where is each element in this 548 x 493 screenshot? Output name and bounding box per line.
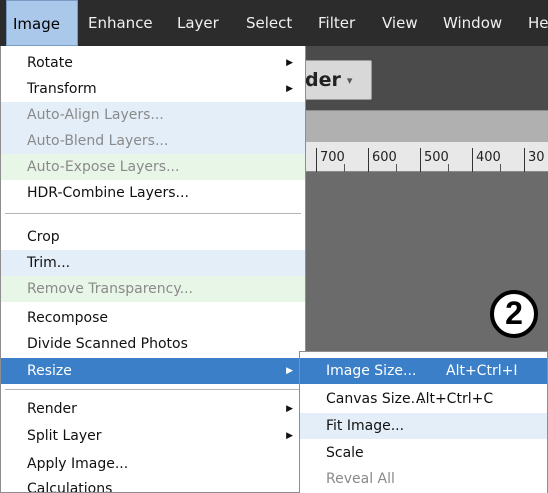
- menu-item-calculations[interactable]: Calculations: [1, 476, 305, 493]
- menu-item-label: Recompose: [27, 310, 108, 326]
- horizontal-ruler: 700 600 500 400 30: [296, 142, 548, 172]
- ruler-label: 500: [424, 150, 449, 165]
- ruler-tick: [316, 148, 317, 172]
- menu-item-remove-transparency: Remove Transparency...: [1, 276, 305, 302]
- right-triangle-icon: ▶: [286, 84, 293, 94]
- right-triangle-icon: ▶: [286, 431, 293, 441]
- menu-item-label: HDR-Combine Layers...: [27, 185, 189, 201]
- menu-item-label: Auto-Align Layers...: [27, 107, 164, 123]
- ruler-minor-tick: [448, 164, 449, 172]
- ruler-tick: [524, 148, 525, 172]
- menu-item-render[interactable]: Render ▶: [1, 396, 305, 422]
- menu-window[interactable]: Window: [437, 0, 508, 46]
- ruler-minor-tick: [500, 164, 501, 172]
- menu-item-recompose[interactable]: Recompose: [1, 305, 305, 331]
- submenu-item-canvas-size[interactable]: Canvas Size... Alt+Ctrl+C: [300, 386, 547, 412]
- menu-item-label: Remove Transparency...: [27, 281, 193, 297]
- submenu-item-label: Canvas Size...: [326, 391, 424, 407]
- submenu-item-label: Reveal All: [326, 471, 395, 487]
- menu-item-rotate[interactable]: Rotate ▶: [1, 50, 305, 76]
- submenu-item-scale[interactable]: Scale: [300, 440, 547, 466]
- submenu-item-reveal-all: Reveal All: [300, 466, 547, 492]
- menu-item-label: Calculations: [27, 481, 113, 493]
- menu-item-label: Rotate: [27, 55, 73, 71]
- ruler-minor-tick: [396, 164, 397, 172]
- menu-item-label: Crop: [27, 229, 60, 245]
- resize-submenu: Image Size... Alt+Ctrl+I Canvas Size... …: [299, 351, 548, 493]
- menu-help[interactable]: He: [522, 0, 548, 46]
- menu-bar: Image Enhance Layer Select Filter View W…: [0, 0, 548, 46]
- menu-item-label: Split Layer: [27, 428, 102, 444]
- submenu-item-label: Image Size...: [326, 363, 417, 379]
- menu-item-auto-blend-layers: Auto-Blend Layers...: [1, 128, 305, 154]
- menu-layer[interactable]: Layer: [171, 0, 225, 46]
- menu-select[interactable]: Select: [240, 0, 298, 46]
- ruler-label: 600: [372, 150, 397, 165]
- menu-view[interactable]: View: [376, 0, 424, 46]
- menu-item-label: Resize: [27, 363, 72, 379]
- menu-item-label: Apply Image...: [27, 456, 129, 472]
- right-triangle-icon: ▶: [286, 366, 293, 376]
- menu-item-label: Auto-Blend Layers...: [27, 133, 169, 149]
- right-triangle-icon: ▶: [286, 58, 293, 68]
- menu-item-label: Render: [27, 401, 77, 417]
- submenu-item-image-size[interactable]: Image Size... Alt+Ctrl+I: [300, 358, 547, 384]
- menu-item-transform[interactable]: Transform ▶: [1, 76, 305, 102]
- ruler-minor-tick: [344, 164, 345, 172]
- menu-item-trim[interactable]: Trim...: [1, 250, 305, 276]
- submenu-item-label: Scale: [326, 445, 364, 461]
- menu-image[interactable]: Image: [6, 0, 78, 46]
- caret-down-icon: ▾: [346, 74, 353, 87]
- ruler-tick: [472, 148, 473, 172]
- menu-separator: [5, 213, 301, 214]
- shortcut-label: Alt+Ctrl+C: [416, 391, 494, 407]
- ruler-label: 400: [476, 150, 501, 165]
- ruler-label: 30: [528, 150, 545, 165]
- right-triangle-icon: ▶: [286, 404, 293, 414]
- ruler-label: 700: [320, 150, 345, 165]
- submenu-item-label: Fit Image...: [326, 418, 405, 434]
- menu-item-divide-scanned-photos[interactable]: Divide Scanned Photos: [1, 331, 305, 357]
- mode-button-label: der: [305, 69, 341, 91]
- mode-dropdown-button[interactable]: der ▾: [300, 60, 372, 100]
- document-tab-strip: [296, 110, 548, 142]
- step-number-badge: 2: [490, 290, 538, 338]
- menu-item-label: Auto-Expose Layers...: [27, 159, 180, 175]
- menu-item-hdr-combine-layers[interactable]: HDR-Combine Layers...: [1, 180, 305, 206]
- menu-item-label: Trim...: [27, 255, 71, 271]
- menu-item-auto-expose-layers: Auto-Expose Layers...: [1, 154, 305, 180]
- menu-item-resize[interactable]: Resize ▶: [1, 358, 305, 384]
- menu-item-label: Divide Scanned Photos: [27, 336, 188, 352]
- submenu-item-fit-image[interactable]: Fit Image...: [300, 413, 547, 439]
- ruler-tick: [368, 148, 369, 172]
- menu-item-label: Transform: [27, 81, 97, 97]
- shortcut-label: Alt+Ctrl+I: [446, 363, 518, 379]
- menu-enhance[interactable]: Enhance: [82, 0, 159, 46]
- image-menu-dropdown: Rotate ▶ Transform ▶ Auto-Align Layers..…: [0, 46, 306, 493]
- ruler-tick: [420, 148, 421, 172]
- menu-item-split-layer[interactable]: Split Layer ▶: [1, 423, 305, 449]
- menu-item-auto-align-layers: Auto-Align Layers...: [1, 102, 305, 128]
- menu-item-apply-image[interactable]: Apply Image...: [1, 451, 305, 477]
- menu-filter[interactable]: Filter: [312, 0, 361, 46]
- menu-separator: [5, 389, 301, 390]
- menu-item-crop[interactable]: Crop: [1, 224, 305, 250]
